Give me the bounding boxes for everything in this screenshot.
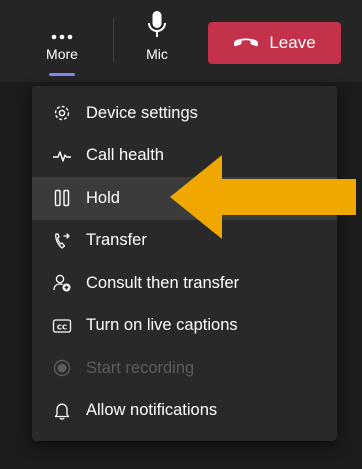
pause-icon <box>52 188 72 208</box>
microphone-icon <box>146 0 168 40</box>
menu-item-label: Device settings <box>86 103 198 122</box>
menu-item-label: Call health <box>86 146 164 165</box>
person-add-icon <box>52 273 72 293</box>
mic-button[interactable]: Mic <box>125 0 189 82</box>
transfer-phone-icon <box>52 231 72 251</box>
menu-item-label: Turn on live captions <box>86 316 238 335</box>
leave-button[interactable]: Leave <box>208 22 341 64</box>
more-options-menu: Device settings Call health Hold Transfe… <box>32 86 337 441</box>
gear-icon <box>52 103 72 123</box>
active-indicator <box>49 73 75 76</box>
menu-item-label: Allow notifications <box>86 401 218 420</box>
menu-item-start-recording: Start recording <box>32 347 337 390</box>
menu-item-device-settings[interactable]: Device settings <box>32 92 337 135</box>
meeting-toolbar: More Mic Leave <box>0 0 362 82</box>
annotation-arrow-icon <box>170 155 356 239</box>
more-label: More <box>46 46 78 62</box>
cc-icon: CC <box>52 316 72 336</box>
more-button[interactable]: More <box>30 0 94 82</box>
pulse-icon <box>52 146 72 166</box>
menu-item-consult-then-transfer[interactable]: Consult then transfer <box>32 262 337 305</box>
menu-item-label: Hold <box>86 188 120 207</box>
leave-label: Leave <box>269 33 316 52</box>
more-dots-icon <box>51 0 73 40</box>
toolbar-divider <box>113 18 114 62</box>
menu-item-allow-notifications[interactable]: Allow notifications <box>32 390 337 433</box>
record-icon <box>52 358 72 378</box>
menu-item-live-captions[interactable]: CC Turn on live captions <box>32 305 337 348</box>
bell-icon <box>52 401 72 421</box>
mic-label: Mic <box>146 46 168 62</box>
menu-item-label: Transfer <box>86 231 147 250</box>
menu-item-label: Consult then transfer <box>86 273 240 292</box>
phone-hangup-icon <box>233 34 259 52</box>
menu-item-label: Start recording <box>86 358 195 377</box>
svg-text:CC: CC <box>57 323 67 331</box>
